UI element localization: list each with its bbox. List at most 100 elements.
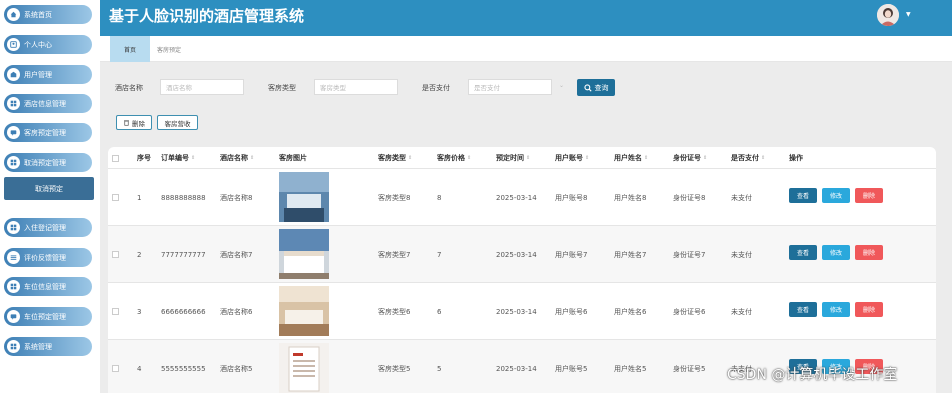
trash-icon <box>124 120 129 126</box>
room-revenue-button[interactable]: 客房营收 <box>157 115 198 130</box>
col-name[interactable]: 用户姓名 ⇕ <box>614 147 648 169</box>
delete-button[interactable]: 删除 <box>855 188 883 203</box>
col-label: 预定时间 <box>496 154 524 162</box>
hotel-name-input[interactable]: 酒店名称 <box>160 79 244 95</box>
cell-price: 7 <box>437 250 442 259</box>
col-id-no[interactable]: 身份证号 ⇕ <box>673 147 707 169</box>
search-icon <box>583 83 592 92</box>
grid-icon <box>7 280 20 293</box>
col-price[interactable]: 客房价格 ⇕ <box>437 147 471 169</box>
cell-account: 用户账号8 <box>555 193 588 202</box>
cell-room-type: 客房类型8 <box>378 193 411 202</box>
bulk-delete-label: 删除 <box>132 119 145 128</box>
sidebar-item-cancel-booking[interactable]: 取消预定管理 <box>4 153 92 172</box>
query-button[interactable]: 查询 <box>577 79 615 96</box>
room-image <box>279 286 329 336</box>
cell-price: 5 <box>437 364 442 373</box>
chat-icon <box>7 126 20 139</box>
sort-icon: ⇕ <box>408 155 413 161</box>
delete-button[interactable]: 删除 <box>855 302 883 317</box>
cell-name: 用户姓名5 <box>614 364 647 373</box>
sidebar-item-hotel-info[interactable]: 酒店信息管理 <box>4 94 92 113</box>
cell-paid: 未支付 <box>731 307 752 316</box>
tab-home[interactable]: 首页 <box>110 36 150 62</box>
cell-id-no: 身份证号8 <box>673 193 706 202</box>
person-icon <box>7 38 20 51</box>
room-image <box>279 229 329 279</box>
sidebar-item-users[interactable]: 用户管理 <box>4 65 92 84</box>
cell-hotel: 酒店名称8 <box>220 193 253 202</box>
view-button[interactable]: 查看 <box>789 188 817 203</box>
col-account[interactable]: 用户账号 ⇕ <box>555 147 589 169</box>
edit-button[interactable]: 修改 <box>822 188 850 203</box>
sidebar-item-label: 系统首页 <box>24 10 52 19</box>
cell-hotel: 酒店名称5 <box>220 364 253 373</box>
cell-date: 2025-03-14 <box>496 364 537 373</box>
col-label: 是否支付 <box>731 154 759 162</box>
row-checkbox[interactable] <box>112 251 119 258</box>
cell-order-no: 5555555555 <box>161 364 206 373</box>
cell-hotel: 酒店名称7 <box>220 250 253 259</box>
bulk-delete-button[interactable]: 删除 <box>116 115 152 130</box>
cell-room-type: 客房类型6 <box>378 307 411 316</box>
row-checkbox[interactable] <box>112 308 119 315</box>
sidebar-item-room-booking[interactable]: 客房预定管理 <box>4 123 92 142</box>
cell-paid: 未支付 <box>731 250 752 259</box>
sidebar-item-parking-booking[interactable]: 车位预定管理 <box>4 307 92 326</box>
view-button[interactable]: 查看 <box>789 245 817 260</box>
sidebar-item-label: 系统管理 <box>24 342 52 351</box>
row-checkbox[interactable] <box>112 365 119 372</box>
tab-room-booking[interactable]: 客房预定 <box>150 36 188 62</box>
col-room-type[interactable]: 客房类型 ⇕ <box>378 147 412 169</box>
room-type-input[interactable]: 客房类型 <box>314 79 398 95</box>
cell-date: 2025-03-14 <box>496 250 537 259</box>
col-paid[interactable]: 是否支付 ⇕ <box>731 147 765 169</box>
avatar[interactable] <box>877 4 899 26</box>
row-checkbox[interactable] <box>112 194 119 201</box>
sidebar-item-label: 车位预定管理 <box>24 312 66 321</box>
col-label: 用户姓名 <box>614 154 642 162</box>
col-order-no[interactable]: 订单编号 ⇕ <box>161 147 195 169</box>
cell-index: 4 <box>137 364 142 373</box>
col-hotel[interactable]: 酒店名称 ⇕ <box>220 147 254 169</box>
sidebar-item-home[interactable]: 系统首页 <box>4 5 92 24</box>
hotel-name-label: 酒店名称 <box>115 84 143 92</box>
cell-order-no: 7777777777 <box>161 250 206 259</box>
cell-id-no: 身份证号5 <box>673 364 706 373</box>
sidebar-item-system[interactable]: 系统管理 <box>4 337 92 356</box>
edit-button[interactable]: 修改 <box>822 245 850 260</box>
sort-icon: ⇕ <box>703 155 708 161</box>
sidebar-item-parking-info[interactable]: 车位信息管理 <box>4 277 92 296</box>
cell-name: 用户姓名7 <box>614 250 647 259</box>
grid-icon <box>7 156 20 169</box>
cell-index: 1 <box>137 193 142 202</box>
sidebar-item-checkin[interactable]: 入住登记管理 <box>4 218 92 237</box>
select-all-checkbox[interactable] <box>112 155 119 162</box>
col-label: 订单编号 <box>161 154 189 162</box>
chevron-down-icon[interactable]: ▼ <box>906 11 911 18</box>
sidebar-item-profile[interactable]: 个人中心 <box>4 35 92 54</box>
chevron-down-icon[interactable]: ⌄ <box>559 82 564 89</box>
sort-icon: ⇕ <box>467 155 472 161</box>
delete-button[interactable]: 删除 <box>855 245 883 260</box>
users-icon <box>7 68 20 81</box>
cell-date: 2025-03-14 <box>496 307 537 316</box>
cell-account: 用户账号6 <box>555 307 588 316</box>
tab-bar: 首页 客房预定 <box>100 36 952 62</box>
sort-icon: ⇕ <box>644 155 649 161</box>
sidebar-subitem-cancel[interactable]: 取消预定 <box>4 177 94 200</box>
edit-button[interactable]: 修改 <box>822 302 850 317</box>
table-row: 1 8888888888 酒店名称8 客房类型8 8 2025-03-14 用户… <box>108 169 936 226</box>
cell-order-no: 6666666666 <box>161 307 206 316</box>
sort-icon: ⇕ <box>191 155 196 161</box>
cell-account: 用户账号5 <box>555 364 588 373</box>
view-button[interactable]: 查看 <box>789 302 817 317</box>
col-actions: 操作 <box>789 154 803 162</box>
col-date[interactable]: 预定时间 ⇕ <box>496 147 530 169</box>
paid-status-select[interactable]: 是否支付 <box>468 79 552 95</box>
cell-price: 8 <box>437 193 442 202</box>
header: 基于人脸识别的酒店管理系统 ▼ <box>100 0 952 36</box>
sort-icon: ⇕ <box>585 155 590 161</box>
sidebar-item-feedback[interactable]: 评价反馈管理 <box>4 248 92 267</box>
paid-status-label: 是否支付 <box>422 84 450 92</box>
